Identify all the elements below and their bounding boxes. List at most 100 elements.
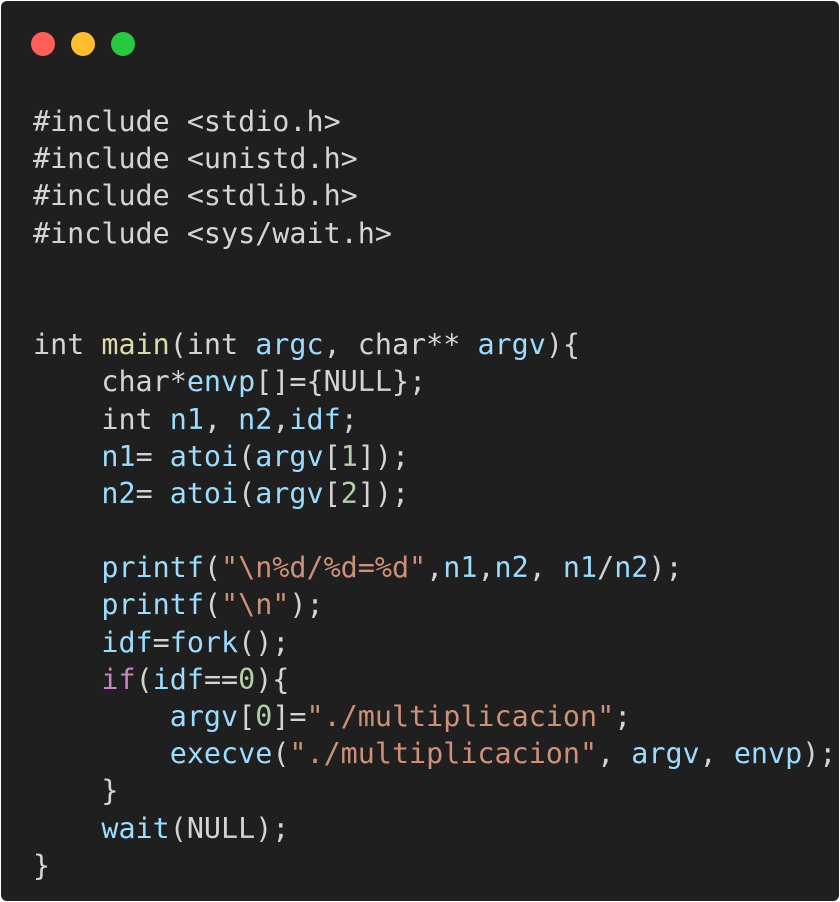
code-token: n2 <box>494 551 529 585</box>
code-token: 2 <box>340 476 358 510</box>
code-token: == <box>203 662 239 696</box>
code-line: argv[0]="./multiplicacion"; <box>33 698 836 735</box>
code-token: ]= <box>272 700 307 733</box>
code-token: if <box>101 662 136 696</box>
code-token: = <box>135 439 170 473</box>
code-token: 0 <box>238 662 256 696</box>
code-token: printf <box>101 588 204 622</box>
code-token: / <box>597 551 615 585</box>
code-token: execve <box>169 737 273 771</box>
code-token: #include <sys/wait.h> <box>33 216 392 250</box>
code-token: ]); <box>357 476 410 510</box>
code-token: , <box>203 402 239 436</box>
code-token: "\n%d/%d=%d" <box>221 551 427 585</box>
code-token: printf <box>101 551 204 585</box>
code-token: int <box>33 402 170 436</box>
code-token: ( <box>203 551 222 585</box>
code-token: n1 <box>562 551 598 585</box>
code-line: } <box>33 847 836 884</box>
code-token: argv <box>169 700 239 733</box>
code-token: "./multiplicacion" <box>289 737 598 771</box>
zoom-button[interactable] <box>111 32 135 56</box>
code-token: } <box>33 774 119 808</box>
code-token: , char** <box>323 328 478 362</box>
code-token: , <box>477 551 495 585</box>
code-token: fork <box>169 625 239 659</box>
code-token: , <box>426 551 444 585</box>
code-line: idf=fork(); <box>33 624 836 661</box>
close-button[interactable] <box>31 32 55 56</box>
code-line: #include <stdio.h> <box>33 103 836 140</box>
code-line: wait(NULL); <box>33 810 836 847</box>
code-token: ); <box>802 737 837 771</box>
code-token: [ <box>323 476 341 510</box>
code-token: []={NULL}; <box>255 365 427 399</box>
code-line: int n1, n2,idf; <box>33 401 836 438</box>
code-token: ( <box>203 588 222 622</box>
code-line: #include <sys/wait.h> <box>33 215 836 252</box>
code-line: #include <unistd.h> <box>33 140 836 177</box>
code-token: n1 <box>169 402 204 436</box>
code-token: , <box>272 402 290 436</box>
code-window: #include <stdio.h> #include <unistd.h> #in… <box>1 1 839 901</box>
code-token: = <box>135 476 170 510</box>
code-token: "\n" <box>221 588 290 622</box>
code-line: printf("\n%d/%d=%d",n1,n2, n1/n2); <box>33 549 836 586</box>
code-token: 1 <box>340 439 358 473</box>
code-token: idf <box>289 402 341 436</box>
code-token: idf <box>101 625 153 659</box>
code-token: n2 <box>614 551 649 585</box>
code-token: wait <box>101 811 170 845</box>
code-token: = <box>152 625 170 659</box>
code-token: ){ <box>255 662 290 696</box>
code-line: int main(int argc, char** argv){ <box>33 326 836 363</box>
code-token: argv <box>255 439 324 473</box>
code-token: ; <box>340 402 358 436</box>
code-token: ); <box>648 551 683 585</box>
code-line: if(idf==0){ <box>33 661 836 698</box>
code-line: n2= atoi(argv[2]); <box>33 475 836 512</box>
code-token: , <box>597 737 632 771</box>
code-token: idf <box>152 662 204 696</box>
code-token: ); <box>289 588 324 622</box>
code-token: #include <unistd.h> <box>33 142 358 176</box>
code-token: n2 <box>238 402 273 436</box>
code-line: execve("./multiplicacion", argv, envp); <box>33 735 837 772</box>
code-line: n1= atoi(argv[1]); <box>33 438 836 475</box>
code-token: ; <box>614 700 632 733</box>
code-token: #include <stdio.h> <box>33 105 341 138</box>
code-token: argv <box>631 737 700 771</box>
code-token: ( <box>238 439 256 473</box>
code-token: main <box>101 328 170 362</box>
minimize-button[interactable] <box>71 32 95 56</box>
code-token: ){ <box>545 328 580 362</box>
code-token: , <box>699 737 734 771</box>
code-token: atoi <box>169 476 239 510</box>
code-block[interactable]: #include <stdio.h> #include <unistd.h> #in… <box>33 103 836 884</box>
code-token: argv <box>477 328 546 362</box>
code-token: ( <box>272 737 290 771</box>
code-token: (int <box>169 328 256 362</box>
code-token: envp <box>186 365 256 399</box>
code-token: #include <stdlib.h> <box>33 179 358 213</box>
code-token: char* <box>33 365 187 399</box>
code-token: ]); <box>357 439 410 473</box>
code-token: 0 <box>255 700 273 733</box>
code-token: ( <box>135 662 153 696</box>
code-token: (); <box>238 625 290 659</box>
code-line: printf("\n"); <box>33 586 836 623</box>
code-token: } <box>33 848 51 882</box>
code-token: (NULL); <box>169 811 290 845</box>
code-token: ( <box>238 476 256 510</box>
